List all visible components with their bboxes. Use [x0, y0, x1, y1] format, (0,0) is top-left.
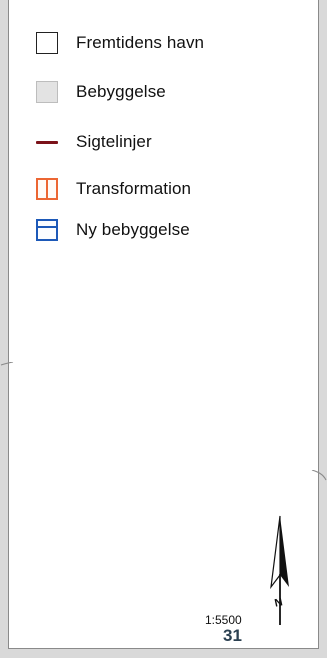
gray-square-icon — [36, 81, 58, 103]
transformation-icon — [36, 178, 58, 200]
map-scale: 1:5500 — [205, 613, 242, 627]
legend-item-ny-bebyggelse: Ny bebyggelse — [36, 219, 190, 241]
legend-item-bebyggelse: Bebyggelse — [36, 81, 166, 103]
legend-label-ny-bebyggelse: Ny bebyggelse — [76, 220, 190, 239]
outlined-square-icon — [36, 32, 58, 54]
legend-item-fremtidens-havn: Fremtidens havn — [36, 32, 204, 54]
map-legend-page: Fremtidens havn Bebyggelse Sigtelinjer T… — [0, 0, 327, 658]
legend-label-transformation: Transformation — [76, 179, 192, 198]
new-building-icon — [36, 219, 58, 241]
page-number: 31 — [223, 626, 242, 645]
legend-item-sigtelinjer: Sigtelinjer — [36, 132, 152, 152]
legend-label-bebyggelse: Bebyggelse — [76, 82, 166, 101]
north-label: N — [274, 596, 284, 609]
legend-label-fremtidens-havn: Fremtidens havn — [76, 33, 205, 52]
north-arrow-icon: N — [270, 515, 289, 625]
legend-label-sigtelinjer: Sigtelinjer — [76, 132, 152, 151]
legend-item-transformation: Transformation — [36, 178, 191, 200]
sightline-icon — [36, 140, 58, 144]
